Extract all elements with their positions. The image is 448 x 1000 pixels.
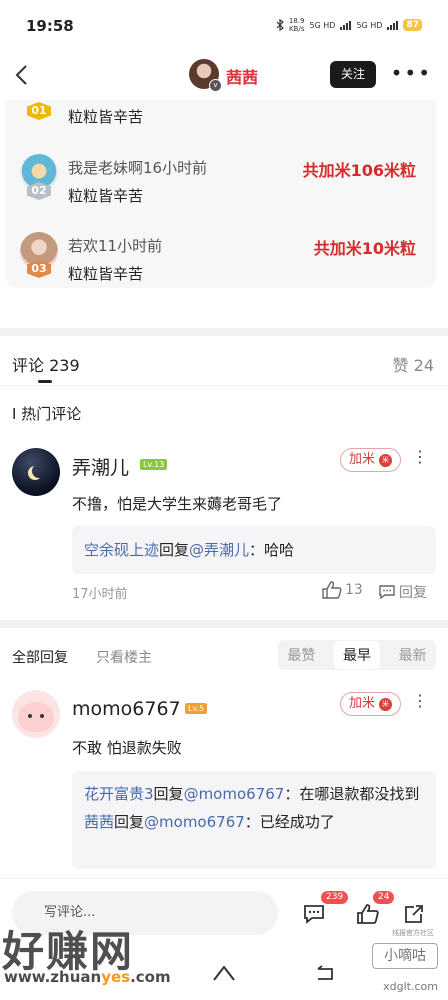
sort-newest[interactable]: 最新 bbox=[399, 645, 427, 665]
comment-bubble-icon bbox=[379, 585, 395, 600]
reply-line-2: 茜茜回复@momo6767：已经成功了 bbox=[84, 813, 335, 831]
comment-username[interactable]: 弄潮儿 bbox=[72, 453, 129, 480]
reply-preview[interactable]: 空余砚上迹回复@弄潮儿：哈哈 bbox=[72, 526, 436, 574]
donor-message: 粒粒皆辛苦 bbox=[68, 265, 144, 283]
rice-coin-icon: 米 bbox=[379, 453, 393, 467]
section-divider bbox=[0, 328, 448, 336]
status-time: 19:58 bbox=[26, 17, 74, 35]
sort-selector: 最赞 最早 最新 bbox=[278, 640, 436, 670]
watermark-logo: 小嘀咕 bbox=[372, 943, 438, 969]
reply-username[interactable]: 空余砚上迹 bbox=[84, 541, 159, 559]
network-label-2: 5G HD bbox=[356, 20, 383, 30]
donor-list: 01 粒粒皆辛苦 02 我是老妹啊16小时前 共加米106米粒 粒粒皆辛苦 03… bbox=[6, 100, 436, 288]
reply-preview[interactable]: 花开富贵3回复@momo6767：在哪退款都没找到 茜茜回复@momo6767：… bbox=[72, 771, 436, 869]
reply-button[interactable]: 回复 bbox=[378, 582, 427, 602]
net-speed: 18.9 KB/s bbox=[288, 17, 305, 33]
more-vertical-icon[interactable]: ⋮ bbox=[412, 693, 428, 709]
home-icon[interactable] bbox=[212, 964, 236, 982]
status-bar: 19:58 18.9 KB/s 5G HD 5G HD 87 bbox=[0, 0, 448, 50]
page-header: v 茜茜 关注 ••• bbox=[0, 50, 448, 102]
donor-meta: 我是老妹啊16小时前 bbox=[68, 159, 208, 177]
more-vertical-icon[interactable]: ⋮ bbox=[412, 449, 428, 465]
reply-line-1: 花开富贵3回复@momo6767：在哪退款都没找到 bbox=[84, 785, 420, 803]
nav-back-icon[interactable] bbox=[314, 964, 336, 982]
share-icon[interactable] bbox=[402, 903, 426, 925]
comment-time: 17小时前 bbox=[72, 587, 128, 602]
pink-character-icon bbox=[18, 702, 54, 732]
tab-likes[interactable]: 赞 24 bbox=[393, 352, 434, 376]
comment-username[interactable]: momo6767 bbox=[72, 698, 181, 720]
avatar[interactable] bbox=[12, 690, 60, 738]
jiami-button[interactable]: 加米米 bbox=[340, 692, 402, 716]
battery-indicator: 87 bbox=[403, 19, 422, 31]
thumbs-up-icon[interactable] bbox=[356, 903, 380, 925]
donor-amount: 共加米10米粒 bbox=[313, 239, 416, 258]
like-button[interactable]: 13 bbox=[322, 581, 363, 599]
jiami-button[interactable]: 加米米 bbox=[340, 448, 402, 472]
sort-most-liked[interactable]: 最赞 bbox=[287, 645, 315, 665]
follow-button[interactable]: 关注 bbox=[330, 61, 376, 88]
like-count-badge: 24 bbox=[373, 891, 395, 904]
signal-icon bbox=[340, 20, 352, 30]
tab-comments[interactable]: 评论 239 bbox=[12, 352, 80, 376]
comment-icon[interactable] bbox=[302, 903, 326, 925]
network-label-1: 5G HD bbox=[309, 20, 336, 30]
comment-text: 不敢 怕退款失败 bbox=[72, 739, 182, 757]
tab-only-op[interactable]: 只看楼主 bbox=[96, 647, 152, 667]
sort-earliest[interactable]: 最早 bbox=[333, 641, 380, 669]
comment-text: 不撸，怕是大学生来薅老哥毛了 bbox=[72, 495, 283, 513]
status-icons: 18.9 KB/s 5G HD 5G HD 87 bbox=[276, 17, 422, 33]
tabs-divider bbox=[0, 385, 448, 386]
thumbs-up-icon bbox=[322, 581, 342, 599]
watermark-url-2: xdglt.com bbox=[383, 980, 438, 993]
chevron-left-icon[interactable] bbox=[10, 62, 36, 88]
hot-comments-title: I 热门评论 bbox=[12, 405, 82, 423]
level-badge: Lv.13 bbox=[140, 459, 168, 470]
verified-badge-icon: v bbox=[209, 79, 222, 92]
donor-message: 粒粒皆辛苦 bbox=[68, 187, 144, 205]
comment-count-badge: 239 bbox=[321, 891, 349, 904]
level-badge: Lv.5 bbox=[185, 703, 208, 714]
donor-message: 粒粒皆辛苦 bbox=[68, 108, 144, 126]
moon-icon bbox=[32, 464, 46, 478]
author-avatar[interactable]: v bbox=[189, 59, 222, 92]
more-dots-icon[interactable]: ••• bbox=[391, 63, 432, 83]
tab-underline bbox=[38, 380, 52, 383]
author-name[interactable]: 茜茜 bbox=[226, 64, 258, 88]
donor-amount: 共加米106米粒 bbox=[302, 161, 416, 180]
avatar[interactable] bbox=[12, 448, 60, 496]
rice-coin-icon: 米 bbox=[379, 697, 393, 711]
section-divider bbox=[0, 620, 448, 628]
signal-icon-2 bbox=[387, 20, 399, 30]
watermark-url: www.zhuanyes.com bbox=[4, 968, 171, 986]
rank-badge-gold-icon: 01 bbox=[27, 102, 51, 120]
reply-mention[interactable]: @弄潮儿 bbox=[189, 541, 249, 559]
watermark-label: 线报官方社区 bbox=[392, 929, 434, 937]
tab-all-replies[interactable]: 全部回复 bbox=[12, 647, 68, 667]
bluetooth-icon bbox=[276, 19, 284, 31]
donor-meta: 若欢11小时前 bbox=[68, 237, 163, 255]
